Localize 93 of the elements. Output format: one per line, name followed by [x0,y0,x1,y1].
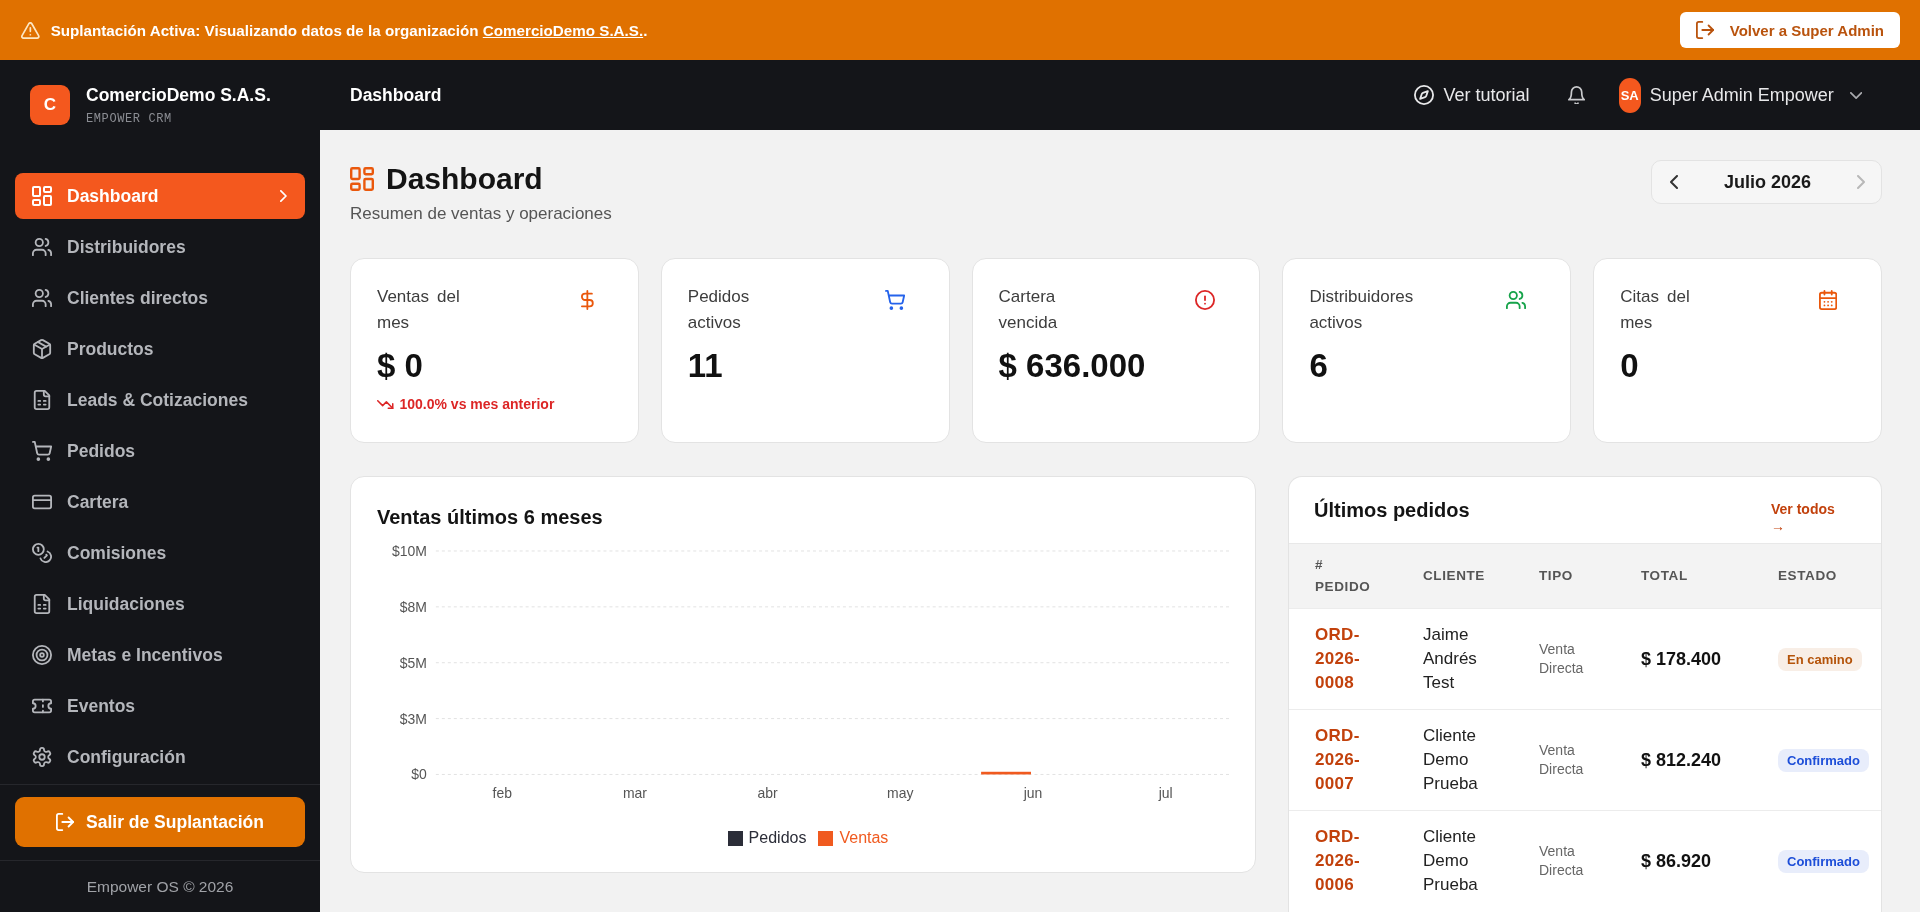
column-header: TOTAL [1641,544,1778,609]
table-cell: $ 86.920 [1641,810,1778,911]
layout-grid-icon [32,186,52,206]
sidebar-item[interactable]: Distribuidores [15,224,305,270]
brand-subtitle: EMPOWER CRM [86,111,173,126]
table-cell: Cliente Demo Prueba [1423,810,1539,911]
card-title: Últimos pedidos [1314,498,1470,522]
users-icon [32,288,52,308]
target-icon [32,645,52,665]
x-axis-label: abr [757,785,778,802]
status-badge: Confirmado [1778,849,1869,873]
table-cell: Venta Directa [1539,608,1641,710]
y-axis-label: $3M [399,710,427,727]
order-link[interactable]: ORD-2026-0007 [1315,724,1377,796]
footer-text: Empower OS © 2026 [86,877,234,896]
sidebar-item[interactable]: Clientes directos [15,275,305,321]
x-axis-label: mar [622,785,647,802]
y-axis-label: $8M [399,598,427,615]
stat-title: Citas del mes [1620,286,1691,334]
column-header: CLIENTE [1423,544,1539,609]
stat-value: $ 636.000 [998,346,1147,386]
spreadsheet-icon [32,594,52,614]
notifications-bell-icon[interactable] [1567,86,1585,104]
sidebar-item[interactable]: Pedidos [15,428,305,474]
chevron-right-icon [280,190,287,202]
stat-value: 11 [687,346,724,386]
logout-icon [56,813,74,831]
x-axis-label: feb [492,785,512,802]
chart-bar [981,771,1031,775]
sidebar-item[interactable]: Comisiones [15,530,305,576]
topbar-title: Dashboard [350,84,442,106]
box-icon [32,339,52,359]
settings-icon [32,747,52,767]
table-cell: $ 812.240 [1641,709,1778,811]
back-to-admin-button[interactable]: Volver a Super Admin [1679,12,1900,48]
sidebar-item[interactable]: Leads & Cotizaciones [15,377,305,423]
y-axis-label: $10M [392,542,427,559]
logout-icon [1695,21,1714,39]
layout-grid-icon [350,167,374,191]
status-badge: Confirmado [1778,748,1869,772]
y-axis-label: $5M [399,654,427,671]
spreadsheet-icon [32,390,52,410]
order-link[interactable]: ORD-2026-0008 [1315,623,1377,695]
table-cell: $ 178.400 [1641,608,1778,710]
user-menu-button[interactable]: Super Admin Empower [1649,84,1862,106]
table-cell: Venta Directa [1539,810,1641,911]
stat-title: Cartera vencida [998,286,1059,334]
ticket-icon [32,696,52,716]
coins-icon [32,543,52,563]
sidebar-item[interactable]: Cartera [15,479,305,525]
warning-icon [21,21,40,39]
stat-value: 6 [1309,346,1329,386]
chevron-down-icon [1849,91,1862,99]
month-label: Julio 2026 [1723,171,1811,193]
stat-title: Pedidos activos [687,286,751,334]
sidebar-item[interactable]: Configuración [15,734,305,780]
stat-value: $ 0 [377,346,424,386]
table-cell: Venta Directa [1539,709,1641,811]
column-header: # PEDIDO [1289,544,1423,609]
users-icon [32,237,52,257]
compass-icon [1414,85,1435,105]
legend-label: Ventas [839,829,889,848]
stat-title: Ventas del mes [377,286,461,334]
column-header: TIPO [1539,544,1641,609]
brand-name: ComercioDemo S.A.S. [86,84,271,106]
app-logo: C [30,85,70,125]
page-title: Dashboard [386,161,543,197]
table-cell: Jaime Andrés Test [1423,608,1539,710]
chevron-left-icon[interactable] [1670,175,1678,189]
table-cell: Cliente Demo Prueba [1423,709,1539,811]
sidebar-item[interactable]: Eventos [15,683,305,729]
page-subtitle: Resumen de ventas y operaciones [350,204,612,224]
y-axis-label: $0 [411,766,427,783]
x-axis-label: may [887,785,914,802]
impersonation-notice: Suplantación Activa: Visualizando datos de la organización ComercioDemo S.A.S.. [50,21,648,39]
x-axis-label: jul [1158,785,1173,802]
cart-icon [32,441,52,461]
credit-card-icon [32,492,52,512]
stat-title: Distribuidores activos [1309,286,1415,334]
sidebar-item[interactable]: Liquidaciones [15,581,305,627]
user-avatar: SA [1618,77,1641,113]
tutorial-button[interactable]: Ver tutorial [1414,84,1530,106]
status-badge: En camino [1778,647,1862,671]
legend-label: Pedidos [748,829,807,848]
stat-value: 0 [1620,346,1640,386]
sidebar-item[interactable]: Productos [15,326,305,372]
view-all-link[interactable]: Ver todos → [1771,501,1847,535]
chart-title: Ventas últimos 6 meses [377,505,604,529]
column-header: ESTADO [1778,544,1881,609]
trend-text: 100.0% vs mes anterior [399,396,555,412]
sidebar-item[interactable]: Metas e Incentivos [15,632,305,678]
order-link[interactable]: ORD-2026-0006 [1315,825,1377,897]
x-axis-label: jun [1023,785,1043,802]
